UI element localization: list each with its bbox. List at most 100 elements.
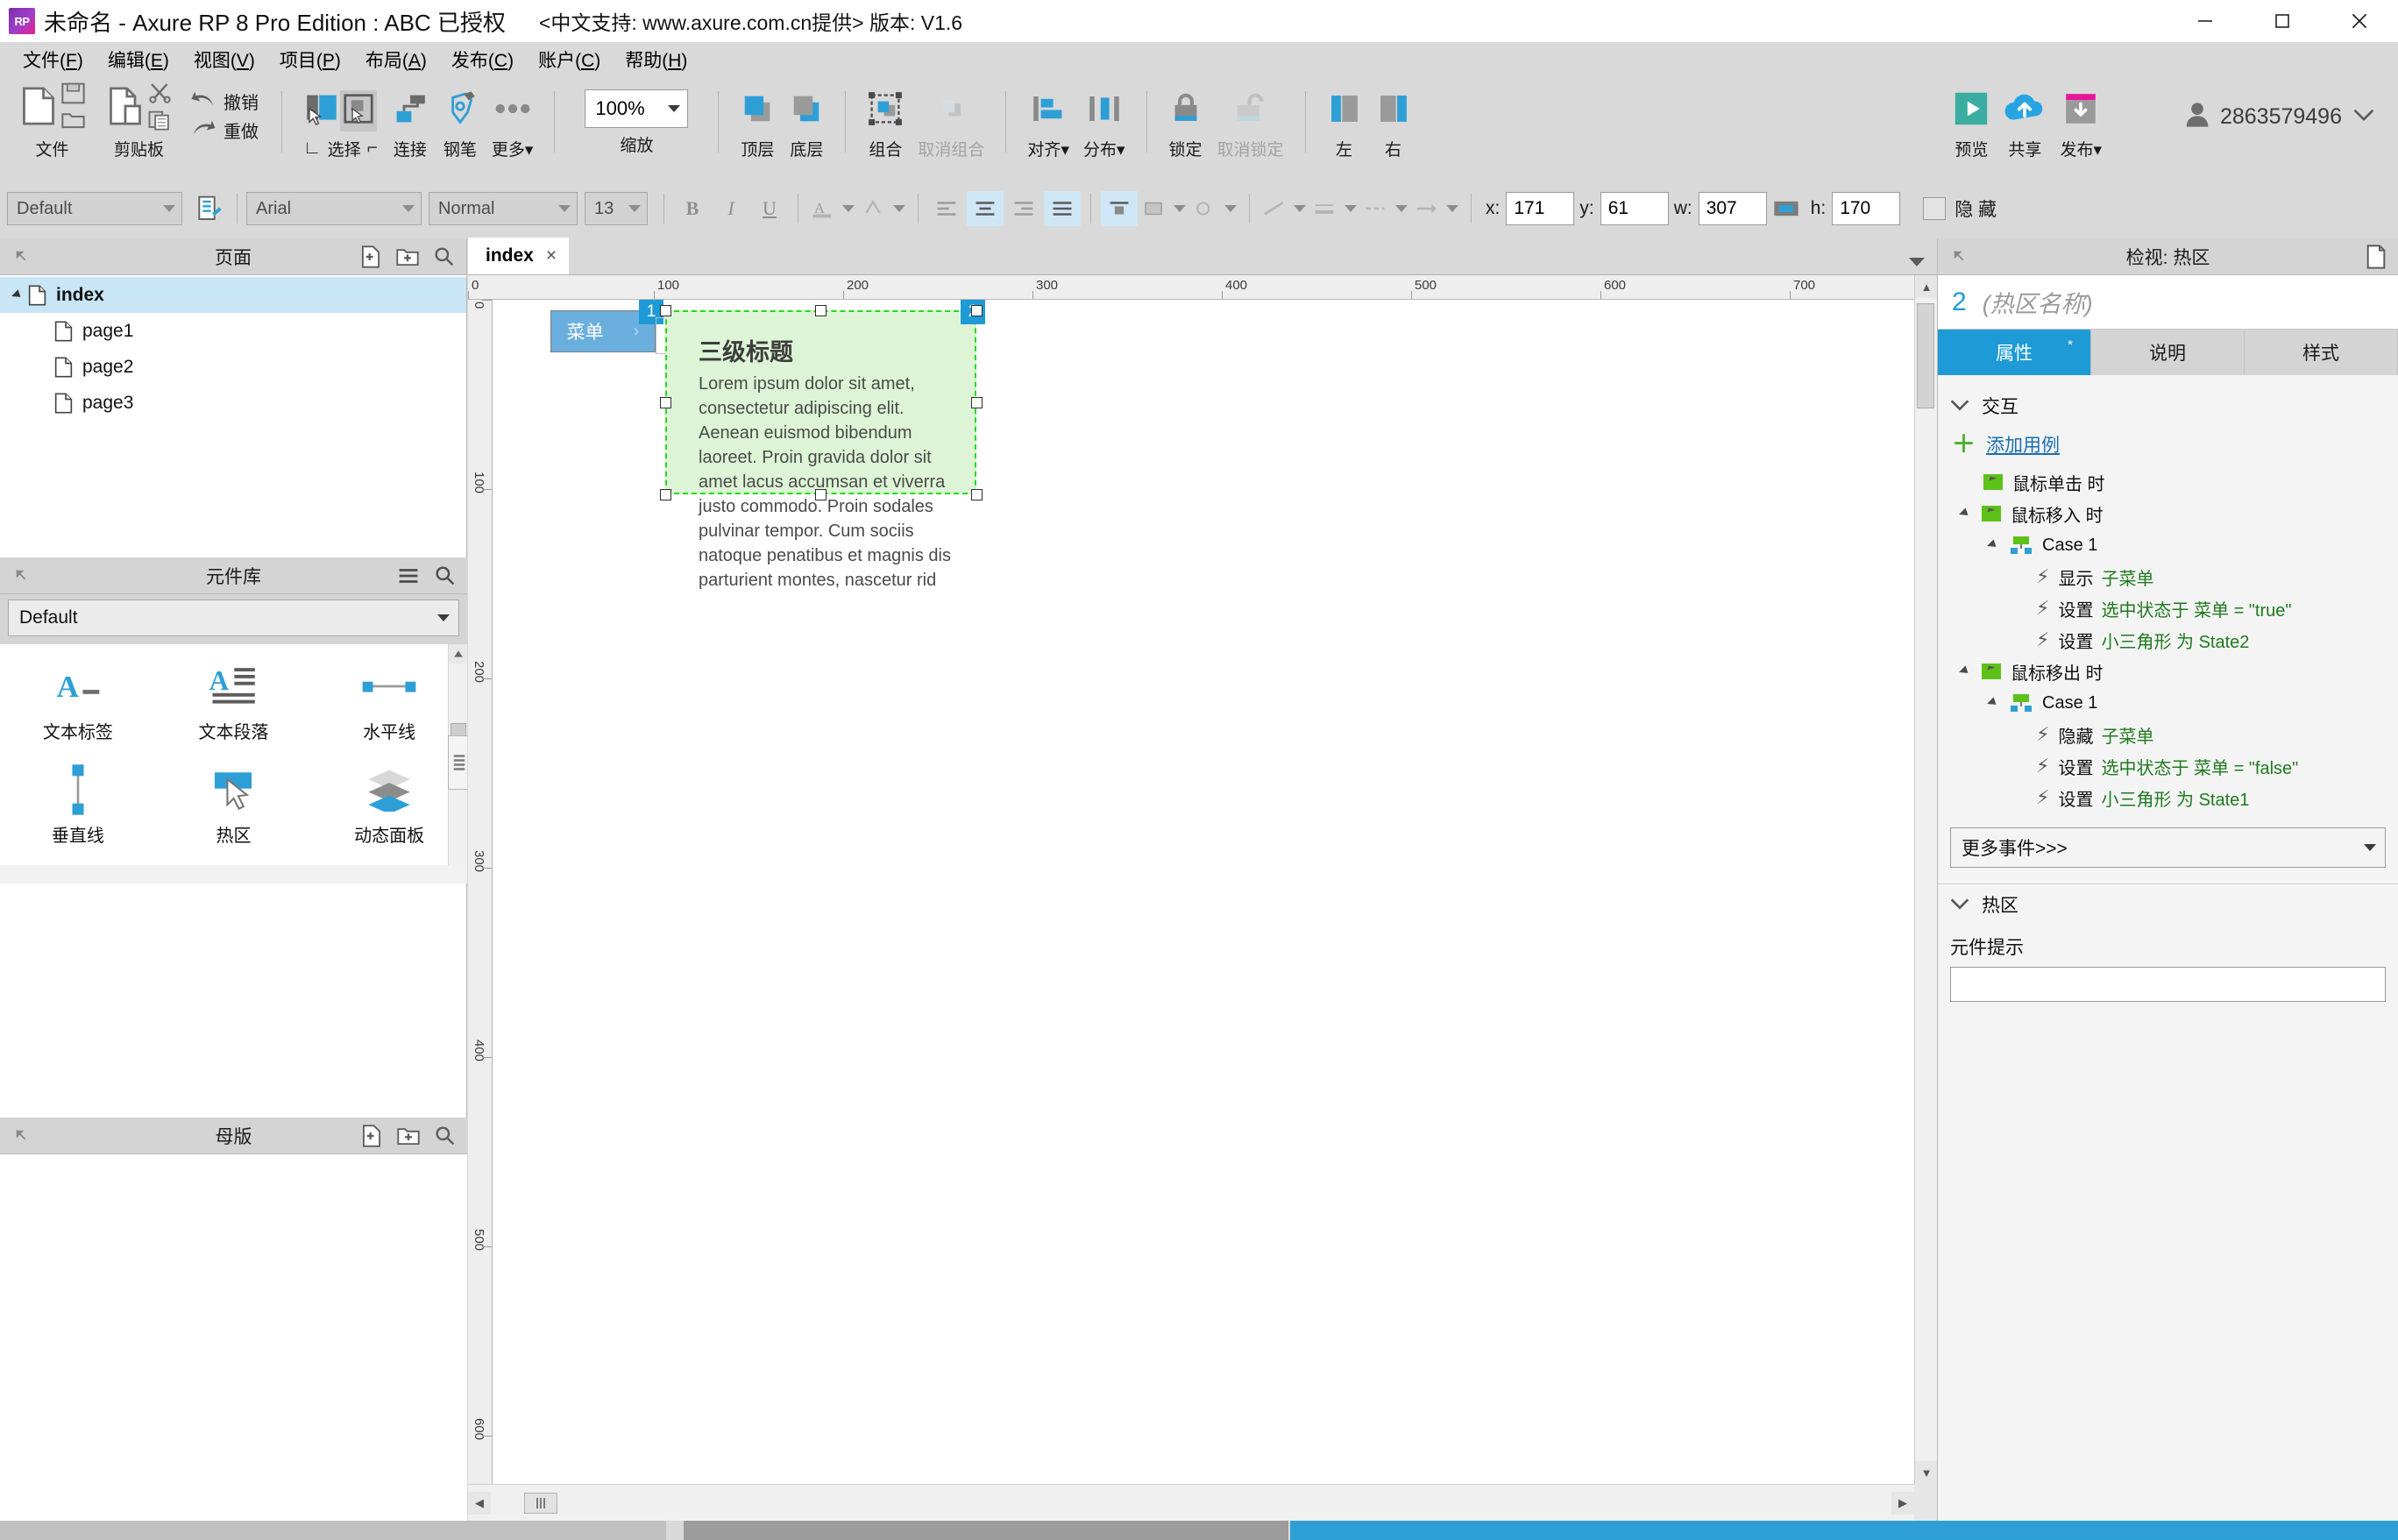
align-center-button[interactable]	[967, 191, 1004, 226]
inspector-widget-name-placeholder[interactable]: (热区名称)	[1983, 285, 2093, 319]
connect-tool-button[interactable]: 连接	[385, 82, 436, 160]
lock-aspect-icon[interactable]	[1768, 191, 1805, 226]
search-icon[interactable]	[429, 242, 459, 272]
maximize-button[interactable]	[2244, 0, 2321, 42]
scroll-down-icon[interactable]: ▼	[1915, 1461, 1938, 1484]
canvas-widget-hotspot[interactable]: 三级标题 Lorem ipsum dolor sit amet, consect…	[665, 310, 976, 590]
bring-front-button[interactable]: 顶层	[733, 82, 782, 160]
select-tool-button[interactable]: ∟ 选择 ⌐	[296, 82, 385, 160]
event-row-click[interactable]: 鼠标单击 时	[1938, 466, 2398, 498]
widget-partial-row-2[interactable]	[156, 863, 312, 865]
undo-button[interactable]: 撤销	[191, 89, 259, 114]
interactions-section-header[interactable]: 交互	[1938, 386, 2398, 426]
copy-icon[interactable]	[148, 110, 172, 135]
inspector-collapse-icon[interactable]	[1945, 242, 1975, 272]
cut-icon[interactable]	[148, 82, 172, 108]
resize-handle-e[interactable]	[971, 397, 983, 408]
paste-icon[interactable]	[106, 85, 145, 131]
line-style-button[interactable]	[1259, 191, 1309, 226]
resize-handle-s[interactable]	[815, 489, 827, 500]
share-button[interactable]: 共享	[1997, 82, 2053, 160]
event-expand-icon[interactable]	[1957, 507, 1975, 521]
font-family-select[interactable]: Arial	[246, 192, 422, 225]
pen-tool-button[interactable]: 钢笔	[436, 82, 485, 160]
add-folder-icon[interactable]	[394, 1121, 423, 1151]
h-field[interactable]: h: 170	[1811, 192, 1901, 225]
pages-collapse-icon[interactable]	[7, 242, 37, 272]
note-icon[interactable]	[2361, 242, 2391, 272]
ungroup-button[interactable]: 取消组合	[911, 82, 991, 160]
case-expand-icon[interactable]	[1985, 538, 2003, 552]
masters-collapse-icon[interactable]	[7, 1121, 37, 1151]
border-width-button[interactable]	[1310, 191, 1359, 226]
page-item-index[interactable]: index	[0, 277, 466, 313]
hotspot-section-header[interactable]: 热区	[1938, 884, 2398, 925]
toolbar-clipboard-group[interactable]: 剪贴板	[96, 82, 182, 160]
event-expand-icon[interactable]	[1957, 664, 1975, 678]
w-field[interactable]: w: 307	[1674, 192, 1767, 225]
more-events-select[interactable]: 更多事件>>>	[1950, 827, 2386, 868]
case-row[interactable]: Case 1	[1938, 529, 2398, 561]
canvas-tab-close-icon[interactable]: ×	[546, 245, 557, 266]
scroll-right-icon[interactable]: ▶	[1891, 1491, 1914, 1515]
menu-view[interactable]: 视图(V)	[181, 43, 267, 76]
add-master-icon[interactable]	[357, 1121, 387, 1151]
widget-dynamic-panel[interactable]: 动态面板	[311, 760, 467, 863]
y-value[interactable]: 61	[1600, 192, 1669, 225]
widget-vertical-line[interactable]: 垂直线	[0, 760, 156, 863]
event-row-mouseenter[interactable]: 鼠标移入 时	[1938, 498, 2398, 529]
italic-button[interactable]: I	[713, 191, 749, 226]
style-editor-icon[interactable]	[190, 191, 227, 226]
add-folder-icon[interactable]	[393, 242, 422, 272]
tooltip-input[interactable]	[1950, 967, 2386, 1002]
x-value[interactable]: 171	[1506, 192, 1575, 225]
page-expand-icon[interactable]	[9, 288, 28, 302]
minimize-button[interactable]	[2167, 0, 2244, 42]
account-menu[interactable]: 2863579496	[2185, 102, 2375, 132]
add-case-button[interactable]: ＋ 添加用例	[1938, 426, 2398, 466]
group-button[interactable]: 组合	[860, 82, 911, 160]
redo-button[interactable]: 重做	[191, 117, 259, 143]
line-type-button[interactable]	[1361, 191, 1410, 226]
new-file-icon[interactable]	[19, 85, 58, 131]
library-collapse-icon[interactable]	[7, 561, 37, 591]
search-icon[interactable]	[430, 1121, 460, 1151]
scroll-left-icon[interactable]: ◀	[468, 1491, 491, 1515]
canvas-hscroll-thumb[interactable]	[524, 1492, 557, 1514]
resize-handle-sw[interactable]	[660, 489, 671, 500]
widget-text-label[interactable]: A 文本标签	[0, 656, 156, 760]
library-resize-handle[interactable]	[448, 735, 467, 790]
preview-button[interactable]: 预览	[1946, 82, 1997, 160]
align-button[interactable]: 对齐▾	[1020, 82, 1076, 160]
w-value[interactable]: 307	[1698, 192, 1767, 225]
action-row[interactable]: ⚡ 设置 选中状态于 菜单 = "true"	[1938, 593, 2398, 624]
inspector-widget-name-row[interactable]: 2 (热区名称)	[1938, 275, 2398, 330]
hidden-checkbox[interactable]: 隐 藏	[1923, 195, 1997, 222]
h-value[interactable]: 170	[1832, 192, 1901, 225]
canvas-vertical-scrollbar[interactable]: ▲ ▼	[1914, 275, 1938, 1484]
zoom-select[interactable]: 100%	[585, 89, 689, 128]
align-right-button[interactable]	[1005, 191, 1042, 226]
hidden-checkbox-box[interactable]	[1923, 197, 1947, 220]
publish-button[interactable]: 发布▾	[2053, 82, 2109, 160]
bold-button[interactable]: B	[674, 191, 711, 226]
scroll-up-icon[interactable]: ▲	[1915, 275, 1938, 298]
send-back-button[interactable]: 底层	[782, 82, 831, 160]
underline-button[interactable]: U	[751, 191, 788, 226]
library-scroll-up-icon[interactable]	[449, 644, 467, 664]
style-select[interactable]: Default	[7, 192, 182, 225]
canvas-tab-index[interactable]: index ×	[468, 238, 570, 274]
action-row[interactable]: ⚡ 设置 小三角形 为 State2	[1938, 624, 2398, 656]
add-page-icon[interactable]	[356, 242, 386, 272]
menu-help[interactable]: 帮助(H)	[613, 43, 699, 76]
close-button[interactable]	[2321, 0, 2398, 42]
unlock-button[interactable]: 取消锁定	[1210, 82, 1291, 160]
menu-publish[interactable]: 发布(C)	[439, 43, 526, 76]
inspector-tab-properties[interactable]: 属性 *	[1938, 330, 2091, 375]
menu-project[interactable]: 项目(P)	[267, 43, 353, 76]
valign-top-button[interactable]	[1101, 191, 1138, 226]
hamburger-icon[interactable]	[394, 561, 423, 591]
action-row[interactable]: ⚡ 隐藏 子菜单	[1938, 719, 2398, 750]
distribute-button[interactable]: 分布▾	[1076, 82, 1132, 160]
align-justify-button[interactable]	[1044, 191, 1081, 226]
